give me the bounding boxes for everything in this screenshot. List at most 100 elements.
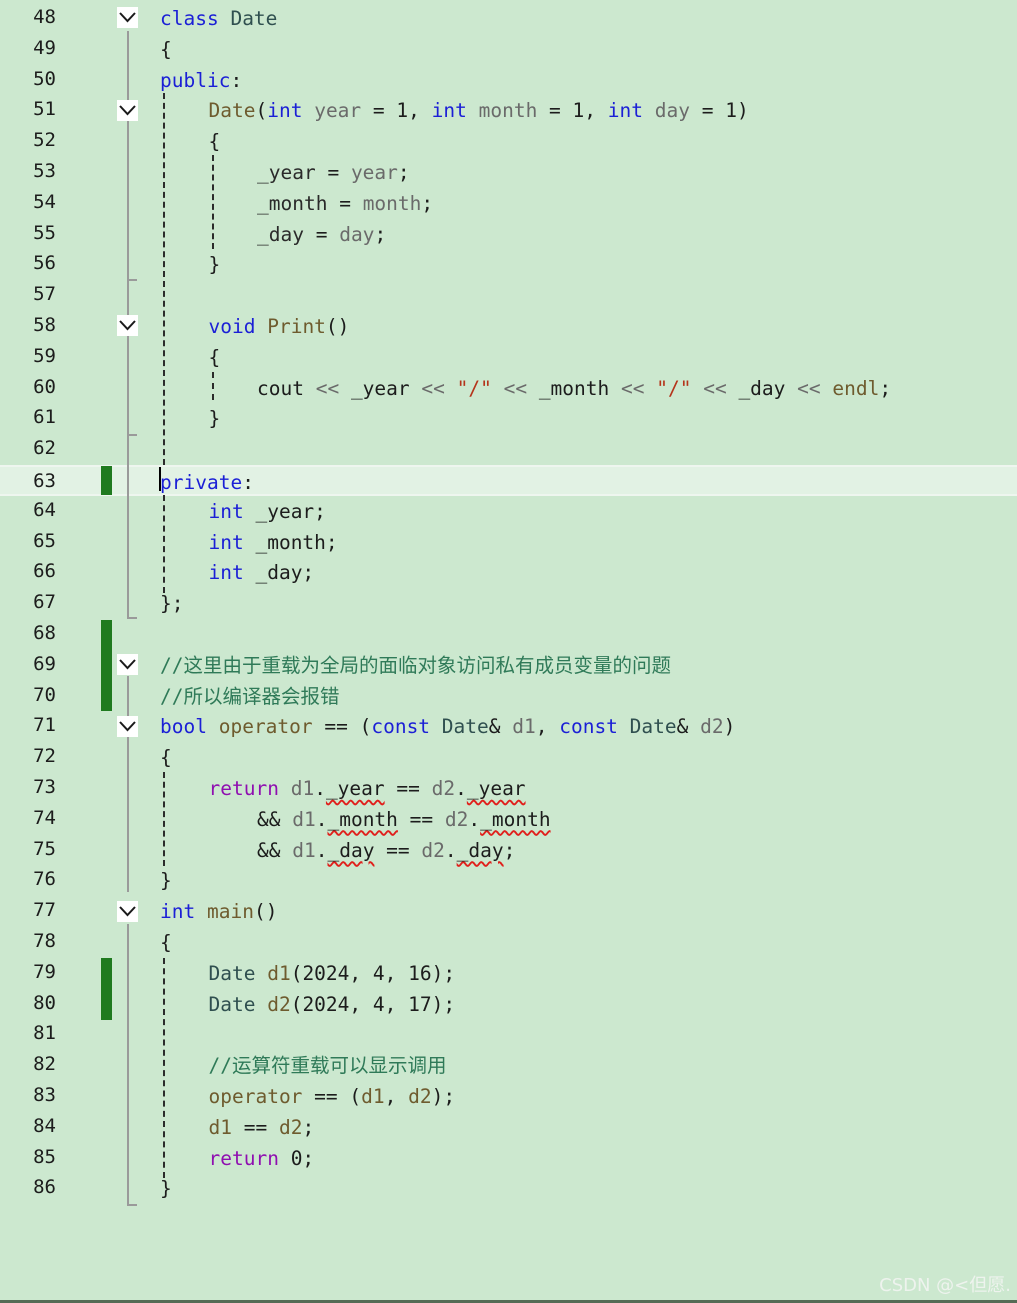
code-token: . [468, 807, 481, 831]
change-indicator [101, 620, 112, 711]
code-line[interactable]: 69 //这里由于重载为全局的面临对象访问私有成员变量的问题 [0, 650, 1017, 681]
code-line[interactable]: 59 { [0, 342, 1017, 373]
code-line[interactable]: 54 _month = month; [0, 188, 1017, 219]
line-text: Date(int year = 1, int month = 1, int da… [209, 98, 749, 124]
code-line[interactable]: 80 Date d2(2024, 4, 17); [0, 989, 1017, 1020]
code-line[interactable]: 51 Date(int year = 1, int month = 1, int … [0, 95, 1017, 126]
outline-guide [127, 123, 129, 279]
code-line[interactable]: 86} [0, 1173, 1017, 1204]
line-number: 54 [33, 190, 56, 213]
code-line[interactable]: 49 { [0, 34, 1017, 65]
code-token: return [208, 777, 279, 800]
code-line[interactable]: 62 [0, 434, 1017, 465]
code-line[interactable]: 66 int _day; [0, 557, 1017, 588]
code-token: d2 [267, 992, 291, 1016]
code-line[interactable]: 82 //运算符重载可以显示调用 [0, 1050, 1017, 1081]
code-token: : [230, 68, 243, 92]
code-line[interactable]: 67}; [0, 588, 1017, 619]
text-caret [159, 467, 161, 491]
code-line[interactable]: 48 class Date [0, 3, 1017, 34]
code-line[interactable]: 57 [0, 280, 1017, 311]
code-token: _day [327, 838, 375, 862]
code-token: ); [431, 1085, 456, 1108]
line-number: 58 [33, 314, 56, 336]
code-line[interactable]: 64 int _year; [0, 496, 1017, 527]
code-token: ; [397, 161, 410, 184]
code-token: } [208, 253, 221, 277]
code-token: << [303, 376, 351, 400]
line-text: //运算符重载可以显示调用 [209, 1053, 447, 1079]
code-editor[interactable]: 48 class Date 49 {50 public: 51 Date(int year … [0, 0, 1017, 1303]
code-token: _year [257, 161, 316, 184]
code-line[interactable]: 68 [0, 619, 1017, 650]
line-number: 77 [33, 899, 56, 922]
code-line[interactable]: 63 private: [0, 465, 1017, 496]
code-line[interactable]: 52 { [0, 126, 1017, 157]
code-token: return [208, 1146, 279, 1170]
code-token: , [384, 1085, 409, 1108]
code-line[interactable]: 61} [0, 403, 1017, 434]
line-text: && d1._month == d2._month [257, 807, 551, 833]
line-text: void Print() [209, 314, 350, 340]
code-line[interactable]: 71 bool operator == (const Date& d1, cons… [0, 711, 1017, 742]
fold-toggle[interactable] [117, 654, 138, 675]
fold-toggle[interactable] [117, 901, 138, 922]
code-token: () [325, 315, 350, 338]
outline-guide-end [127, 279, 137, 281]
code-line[interactable]: 78 { [0, 927, 1017, 958]
code-line[interactable]: 75 && d1._day == d2._day; [0, 835, 1017, 866]
code-line[interactable]: 60 cout << _year << "/" << _month << "/" … [0, 373, 1017, 404]
code-token: Print [267, 315, 326, 338]
code-line[interactable]: 50 public: [0, 65, 1017, 96]
code-token: = [327, 191, 363, 215]
fold-toggle[interactable] [117, 315, 138, 336]
code-line[interactable]: 55 _day = day; [0, 219, 1017, 250]
code-token: ; [879, 376, 892, 400]
code-line[interactable]: 77 int main() [0, 896, 1017, 927]
code-token: = 1, [537, 99, 608, 123]
code-line[interactable]: 81 [0, 1019, 1017, 1050]
indent-guide [163, 958, 165, 1178]
line-number: 59 [33, 344, 56, 367]
code-line[interactable]: 56} [0, 249, 1017, 280]
line-text: } [209, 406, 221, 432]
code-line[interactable]: 53 _year = year; [0, 157, 1017, 188]
line-number: 79 [33, 960, 56, 983]
code-token: d1 [292, 838, 316, 862]
code-token: }; [160, 592, 184, 616]
fold-toggle[interactable] [117, 100, 138, 121]
line-text: { [160, 930, 172, 956]
code-line[interactable]: 84 d1 == d2; [0, 1112, 1017, 1143]
code-token: _year [325, 777, 385, 800]
code-line[interactable]: 83 operator == (d1, d2); [0, 1081, 1017, 1112]
code-token: d1 [512, 715, 536, 739]
line-number: 64 [33, 498, 56, 521]
code-line[interactable]: 76} [0, 865, 1017, 896]
line-text: return 0; [209, 1146, 315, 1172]
code-token: public [160, 68, 231, 92]
code-token: _year [466, 777, 526, 800]
code-line[interactable]: 70 //所以编译器会报错 [0, 681, 1017, 712]
line-text: { [209, 345, 221, 371]
code-token: //所以编译器会报错 [160, 684, 340, 708]
code-token: d1 [267, 961, 291, 985]
code-line[interactable]: 85 return 0; [0, 1143, 1017, 1174]
code-line[interactable]: 72 { [0, 742, 1017, 773]
line-number: 83 [33, 1084, 56, 1106]
line-text: //这里由于重载为全局的面临对象访问私有成员变量的问题 [160, 653, 671, 679]
code-token: == [397, 807, 445, 831]
code-line[interactable]: 74 && d1._month == d2._month [0, 804, 1017, 835]
code-line[interactable]: 58 void Print() [0, 311, 1017, 342]
code-token: ; [421, 191, 434, 215]
fold-toggle[interactable] [117, 7, 138, 28]
code-line[interactable]: 79 Date d1(2024, 4, 16); [0, 958, 1017, 989]
code-token: _month [538, 376, 610, 400]
fold-toggle[interactable] [117, 716, 138, 737]
code-token: : [242, 471, 254, 494]
code-token: year [314, 99, 362, 123]
code-token: _month [327, 807, 398, 831]
code-line[interactable]: 65 int _month; [0, 527, 1017, 558]
code-line[interactable]: 73 return d1._year == d2._year [0, 773, 1017, 804]
